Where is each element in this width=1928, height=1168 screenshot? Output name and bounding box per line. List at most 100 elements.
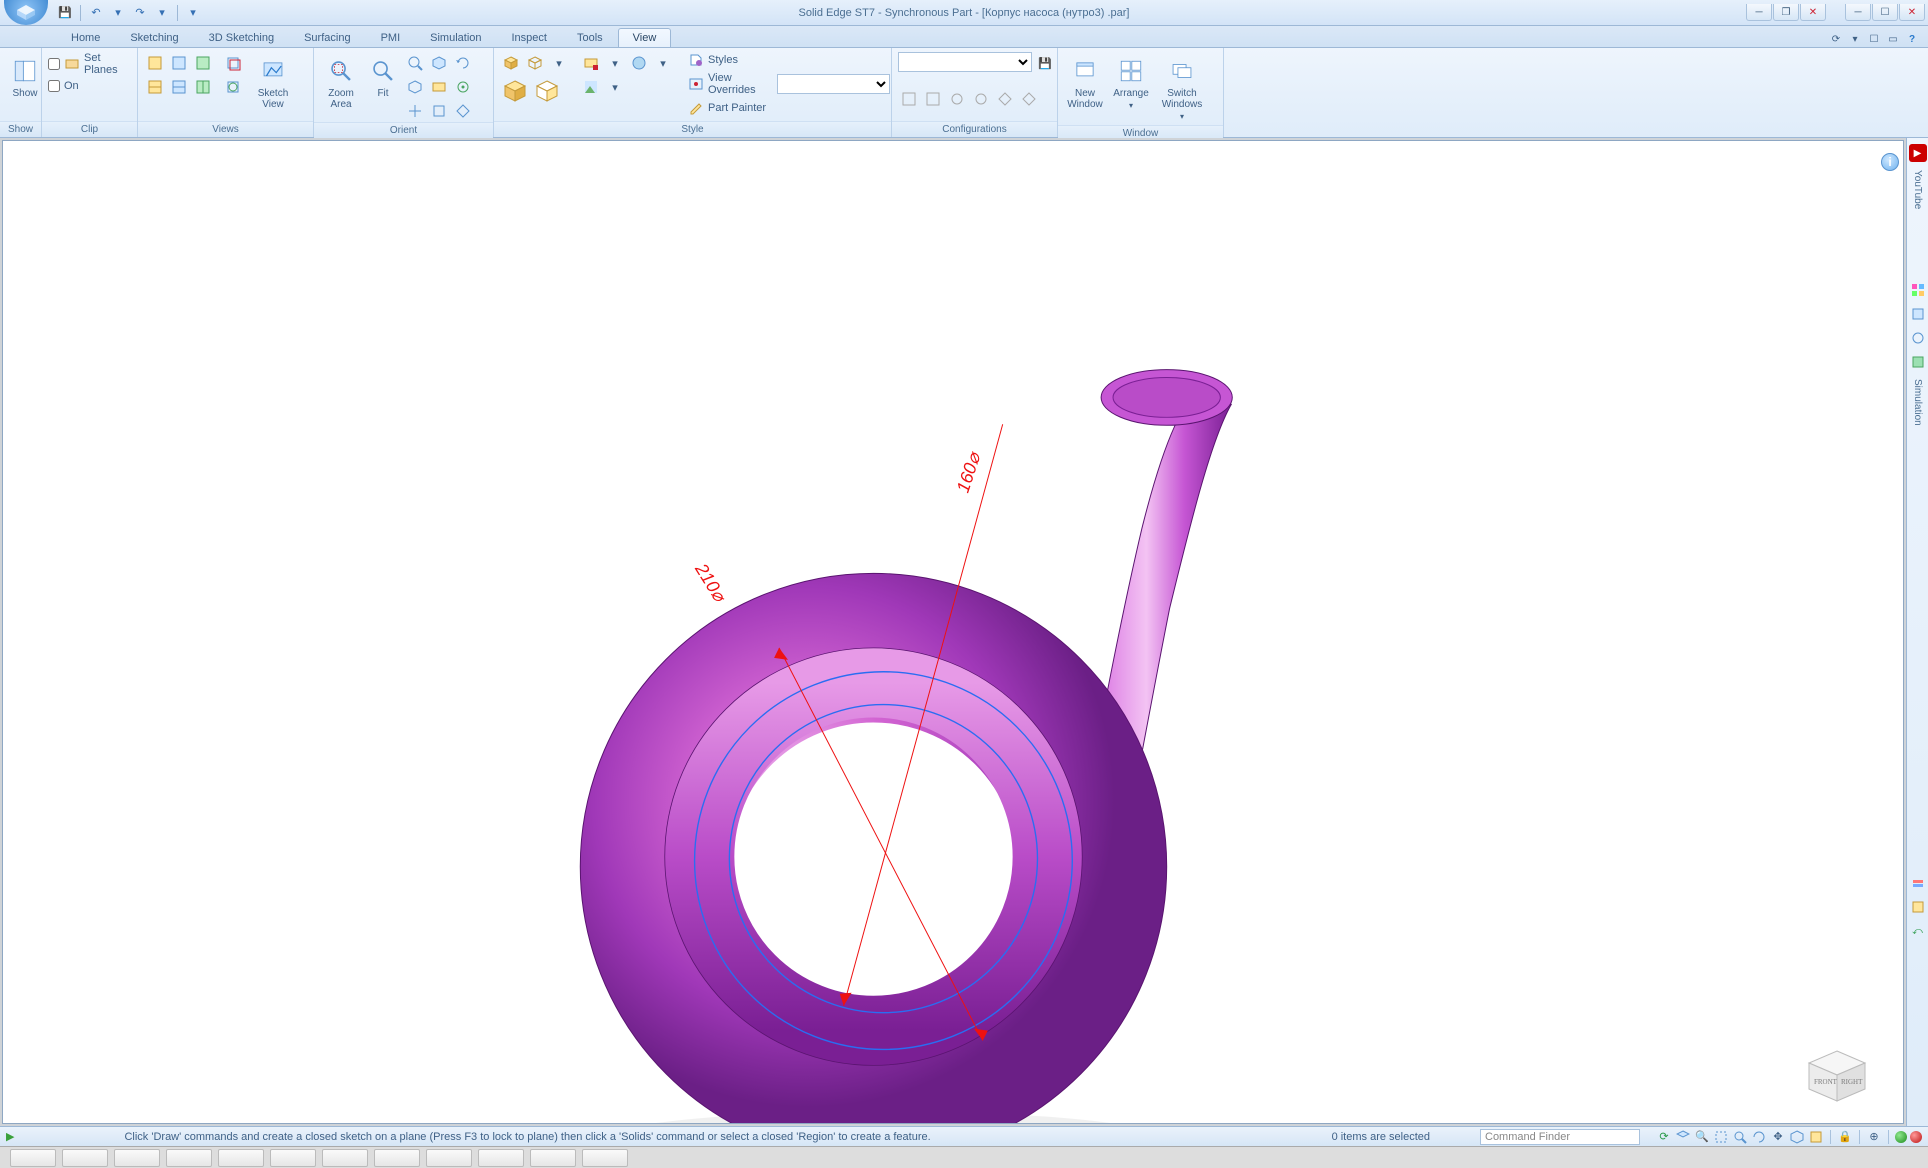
sb-refresh-icon[interactable]: ⟳ [1656,1129,1672,1145]
sb-red-dot[interactable] [1910,1131,1922,1143]
application-button[interactable] [4,0,48,25]
view-cube[interactable]: FRONT RIGHT [1801,1047,1873,1105]
style-color-btn[interactable] [580,52,602,74]
sb-cube-icon[interactable] [1675,1129,1691,1145]
views-btn-2[interactable] [168,52,190,74]
taskbar-item[interactable] [62,1149,108,1167]
tab-inspect[interactable]: Inspect [497,28,562,47]
orient-btn-4[interactable] [404,76,426,98]
sb-style-icon[interactable] [1808,1129,1824,1145]
views-btn-5[interactable] [168,76,190,98]
sb-zoomarea-icon[interactable] [1713,1129,1729,1145]
sb-zoom-icon[interactable]: 🔍 [1694,1129,1710,1145]
help-window-icon[interactable]: ☐ [1866,31,1882,47]
side-btn-2[interactable] [1909,305,1927,323]
style-color-drop[interactable]: ▾ [604,52,626,74]
view-overrides-link[interactable]: View Overrides [688,72,890,96]
command-finder-input[interactable]: Command Finder [1480,1129,1640,1145]
view-overrides-select[interactable] [777,74,890,94]
views-btn-3[interactable] [192,52,214,74]
taskbar-item[interactable] [322,1149,368,1167]
sb-view-icon[interactable] [1789,1129,1805,1145]
views-btn-4[interactable] [144,76,166,98]
taskbar-item[interactable] [478,1149,524,1167]
undo-button[interactable]: ↶ [87,4,105,22]
redo-button[interactable]: ↷ [131,4,149,22]
orient-btn-7[interactable] [404,100,426,122]
taskbar-item[interactable] [374,1149,420,1167]
styles-link[interactable]: Styles [688,52,890,68]
orient-btn-1[interactable] [404,52,426,74]
graphics-viewport[interactable]: i [2,140,1904,1124]
close-button[interactable]: ✕ [1899,4,1925,21]
configurations-select[interactable] [898,52,1032,72]
tab-home[interactable]: Home [56,28,115,47]
help-refresh-icon[interactable]: ⟳ [1828,31,1844,47]
style-sphere-btn[interactable] [628,52,650,74]
style-sphere-drop[interactable]: ▾ [652,52,674,74]
orient-btn-9[interactable] [452,100,474,122]
cfg-btn-3[interactable] [946,88,968,110]
tab-sketching[interactable]: Sketching [115,28,193,47]
new-window-button[interactable]: New Window [1064,52,1106,113]
set-planes-checkbox[interactable]: Set Planes [48,52,131,76]
mdi-restore-button[interactable]: ❐ [1773,4,1799,21]
sb-green-dot[interactable] [1895,1131,1907,1143]
arrange-button[interactable]: Arrange▾ [1110,52,1152,114]
cfg-btn-2[interactable] [922,88,944,110]
cfg-btn-4[interactable] [970,88,992,110]
orient-btn-5[interactable] [428,76,450,98]
sketch-view-button[interactable]: Sketch View [252,52,294,113]
minimize-button[interactable]: ─ [1845,4,1871,21]
fit-button[interactable]: Fit [366,52,400,102]
taskbar-item[interactable] [218,1149,264,1167]
tab-3d-sketching[interactable]: 3D Sketching [194,28,289,47]
cfg-btn-1[interactable] [898,88,920,110]
style-cube-1[interactable] [500,52,522,74]
show-panes-button[interactable]: Show [6,52,44,102]
help-collapse-icon[interactable]: ▭ [1885,31,1901,47]
simulation-icon[interactable] [1909,353,1927,371]
style-cube-2[interactable] [524,52,546,74]
taskbar-item[interactable] [426,1149,472,1167]
sb-rotate-icon[interactable] [1751,1129,1767,1145]
views-btn-6[interactable] [192,76,214,98]
tab-view[interactable]: View [618,28,672,47]
mdi-close-button[interactable]: ✕ [1800,4,1826,21]
style-bigcube-1[interactable] [500,76,530,106]
cfg-btn-6[interactable] [1018,88,1040,110]
orient-btn-2[interactable] [428,52,450,74]
taskbar-item[interactable] [114,1149,160,1167]
part-painter-link[interactable]: Part Painter [688,100,890,116]
taskbar-item[interactable] [530,1149,576,1167]
sb-pan-icon[interactable]: ✥ [1770,1129,1786,1145]
youtube-icon[interactable]: ▶ [1909,144,1927,162]
orient-btn-6[interactable] [452,76,474,98]
tab-tools[interactable]: Tools [562,28,618,47]
switch-windows-button[interactable]: Switch Windows▾ [1156,52,1208,125]
orient-btn-3[interactable] [452,52,474,74]
tab-surfacing[interactable]: Surfacing [289,28,365,47]
style-bg-btn[interactable] [580,76,602,98]
tab-simulation[interactable]: Simulation [415,28,496,47]
style-bigcube-2[interactable] [532,76,562,106]
cfg-btn-5[interactable] [994,88,1016,110]
side-btn-3[interactable] [1909,329,1927,347]
tab-pmi[interactable]: PMI [366,28,416,47]
taskbar-item[interactable] [166,1149,212,1167]
sb-fit-icon[interactable] [1732,1129,1748,1145]
configurations-save-icon[interactable]: 💾 [1034,52,1056,74]
qat-customize[interactable]: ▾ [184,4,202,22]
orient-btn-8[interactable] [428,100,450,122]
save-button[interactable]: 💾 [56,4,74,22]
side-btn-7[interactable]: ⤺ [1909,922,1927,940]
help-question-icon[interactable]: ? [1904,31,1920,47]
clip-on-checkbox[interactable]: On [48,80,79,92]
views-overlay-btn-2[interactable] [222,76,244,98]
views-btn-1[interactable] [144,52,166,74]
side-btn-5[interactable] [1909,874,1927,892]
mdi-minimize-button[interactable]: ─ [1746,4,1772,21]
style-cube-3[interactable]: ▾ [548,52,570,74]
taskbar-item[interactable] [270,1149,316,1167]
side-btn-1[interactable] [1909,281,1927,299]
